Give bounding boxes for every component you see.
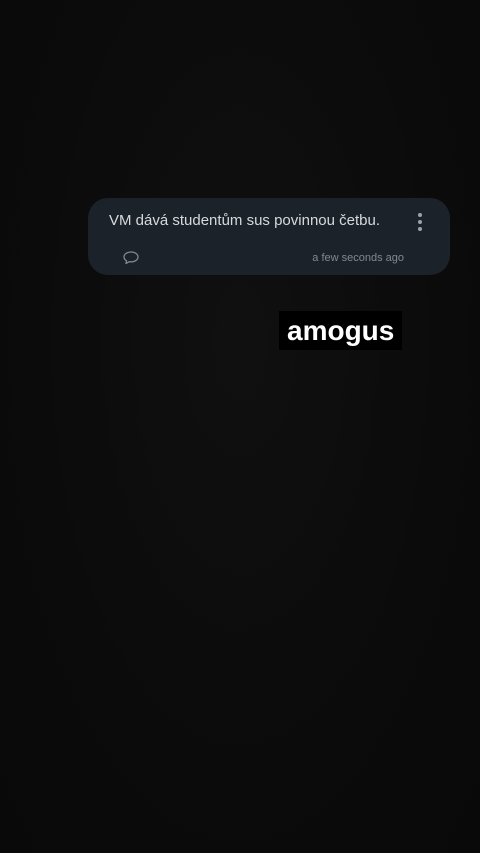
screen-background: VM dává studentům sus povinnou četbu. a …: [0, 0, 480, 853]
post-text: VM dává studentům sus povinnou četbu.: [109, 212, 380, 229]
post-card[interactable]: VM dává studentům sus povinnou četbu. a …: [88, 198, 450, 275]
comment-icon-glyph: [123, 251, 139, 265]
comment-icon[interactable]: [122, 250, 140, 266]
menu-dot: [418, 227, 422, 231]
post-timestamp: a few seconds ago: [312, 252, 404, 264]
more-vertical-icon[interactable]: [408, 210, 432, 234]
menu-dot: [418, 220, 422, 224]
menu-dot: [418, 213, 422, 217]
overlay-caption: amogus: [279, 311, 403, 350]
